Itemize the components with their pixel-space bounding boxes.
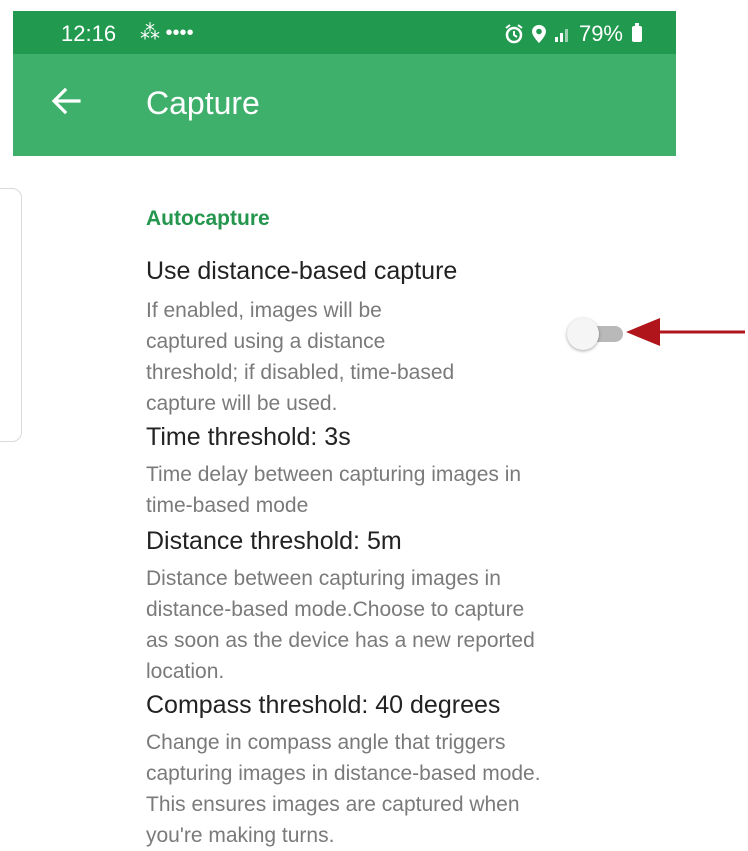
- summary-line: Distance between capturing images in: [146, 567, 501, 590]
- alarm-icon: [505, 24, 523, 44]
- pref-title: Distance threshold: 5m: [146, 527, 402, 555]
- toggle-thumb: [567, 318, 599, 350]
- summary-line: as soon as the device has a new reported: [146, 629, 535, 652]
- status-time: 12:16: [61, 21, 117, 46]
- status-icons: 79%: [504, 21, 642, 47]
- side-panel-edge: [0, 188, 22, 442]
- arrow-left-icon[interactable]: [49, 84, 83, 118]
- distance-capture-toggle[interactable]: [567, 318, 627, 350]
- summary-line: If enabled, images will be: [146, 299, 382, 322]
- summary-line: capture will be used.: [146, 392, 338, 415]
- pref-summary: Time delay between capturing images in t…: [146, 459, 521, 521]
- battery-icon: [632, 23, 642, 42]
- pref-summary: Distance between capturing images in dis…: [146, 563, 535, 687]
- summary-line: Time delay between capturing images in: [146, 463, 522, 486]
- section-title-autocapture: Autocapture: [146, 207, 270, 230]
- pref-title: Time threshold: 3s: [146, 423, 351, 451]
- pref-summary: If enabled, images will be captured usin…: [146, 295, 454, 419]
- summary-line: you're making turns.: [146, 824, 335, 847]
- page-title: Capture: [146, 85, 260, 121]
- annotation-arrow-icon: [626, 318, 745, 346]
- pref-title: Use distance-based capture: [146, 257, 458, 285]
- summary-line: This ensures images are captured when: [146, 793, 520, 816]
- location-icon: [531, 25, 546, 43]
- summary-line: time-based mode: [146, 494, 309, 517]
- notification-icons: ⁂ ••••: [140, 22, 194, 44]
- summary-line: captured using a distance: [146, 330, 386, 353]
- status-bar: 12:16 ⁂ •••• 79%: [13, 11, 676, 54]
- summary-line: threshold; if disabled, time-based: [146, 361, 455, 384]
- battery-percent: 79%: [578, 21, 623, 46]
- pref-title: Compass threshold: 40 degrees: [146, 691, 501, 719]
- pref-summary: Change in compass angle that triggers ca…: [146, 727, 541, 851]
- signal-icon: [554, 29, 568, 42]
- summary-line: location.: [146, 660, 225, 683]
- app-bar: Capture: [13, 54, 676, 156]
- summary-line: Change in compass angle that triggers: [146, 731, 506, 754]
- summary-line: distance-based mode.Choose to capture: [146, 598, 525, 621]
- summary-line: capturing images in distance-based mode.: [146, 762, 541, 785]
